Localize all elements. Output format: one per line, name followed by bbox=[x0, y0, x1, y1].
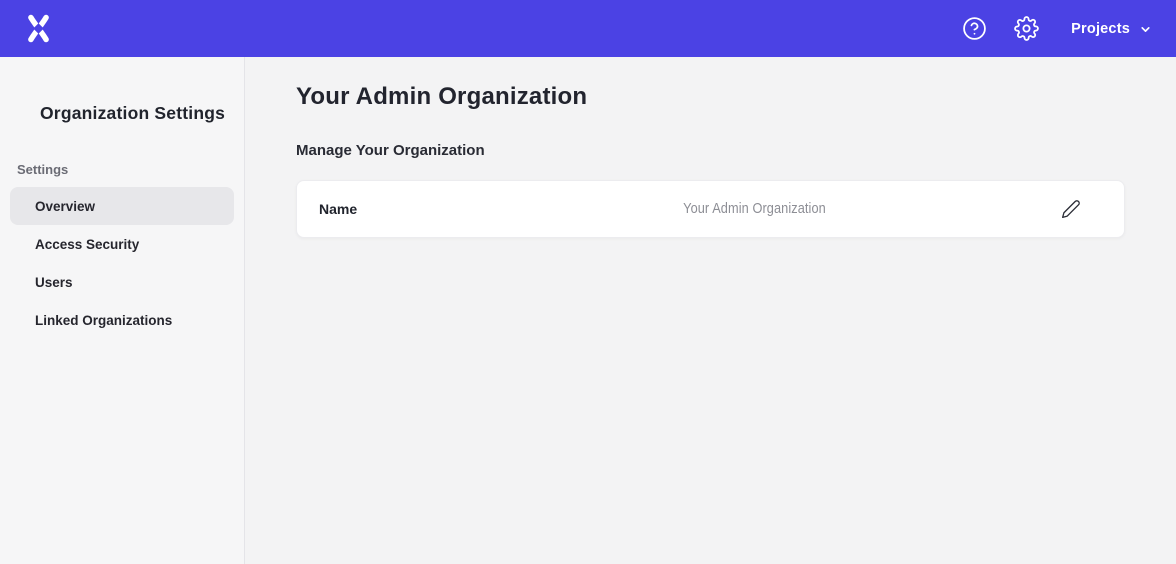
section-title: Manage Your Organization bbox=[296, 142, 1125, 159]
sidebar-item-label: Users bbox=[35, 275, 73, 290]
sidebar-item-users[interactable]: Users bbox=[10, 263, 234, 301]
sidebar-section-label: Settings bbox=[17, 162, 244, 177]
sidebar-item-label: Access Security bbox=[35, 237, 139, 252]
sidebar-nav: Overview Access Security Users Linked Or… bbox=[0, 187, 244, 339]
name-label: Name bbox=[319, 201, 449, 217]
page-title: Your Admin Organization bbox=[296, 83, 1125, 111]
sidebar-item-access-security[interactable]: Access Security bbox=[10, 225, 234, 263]
chevron-down-icon bbox=[1139, 21, 1152, 36]
pencil-icon[interactable] bbox=[1060, 198, 1082, 220]
sidebar-item-label: Linked Organizations bbox=[35, 313, 172, 328]
sidebar-title: Organization Settings bbox=[40, 103, 244, 124]
topbar-actions: Projects bbox=[961, 16, 1152, 42]
sidebar: Organization Settings Settings Overview … bbox=[0, 57, 245, 564]
sidebar-item-overview[interactable]: Overview bbox=[10, 187, 234, 225]
sidebar-item-linked-organizations[interactable]: Linked Organizations bbox=[10, 301, 234, 339]
help-circle-icon[interactable] bbox=[961, 16, 987, 42]
main-content: Your Admin Organization Manage Your Orga… bbox=[245, 57, 1176, 564]
projects-dropdown-label: Projects bbox=[1071, 21, 1130, 37]
organization-name-value: Your Admin Organization bbox=[486, 201, 1024, 217]
organization-name-row: Name Your Admin Organization bbox=[296, 180, 1125, 238]
sidebar-item-label: Overview bbox=[35, 199, 95, 214]
topbar: Projects bbox=[0, 0, 1176, 57]
page-body: Organization Settings Settings Overview … bbox=[0, 57, 1176, 564]
projects-dropdown[interactable]: Projects bbox=[1071, 21, 1152, 37]
gear-icon[interactable] bbox=[1013, 16, 1039, 42]
brand-logo-icon[interactable] bbox=[24, 14, 52, 44]
